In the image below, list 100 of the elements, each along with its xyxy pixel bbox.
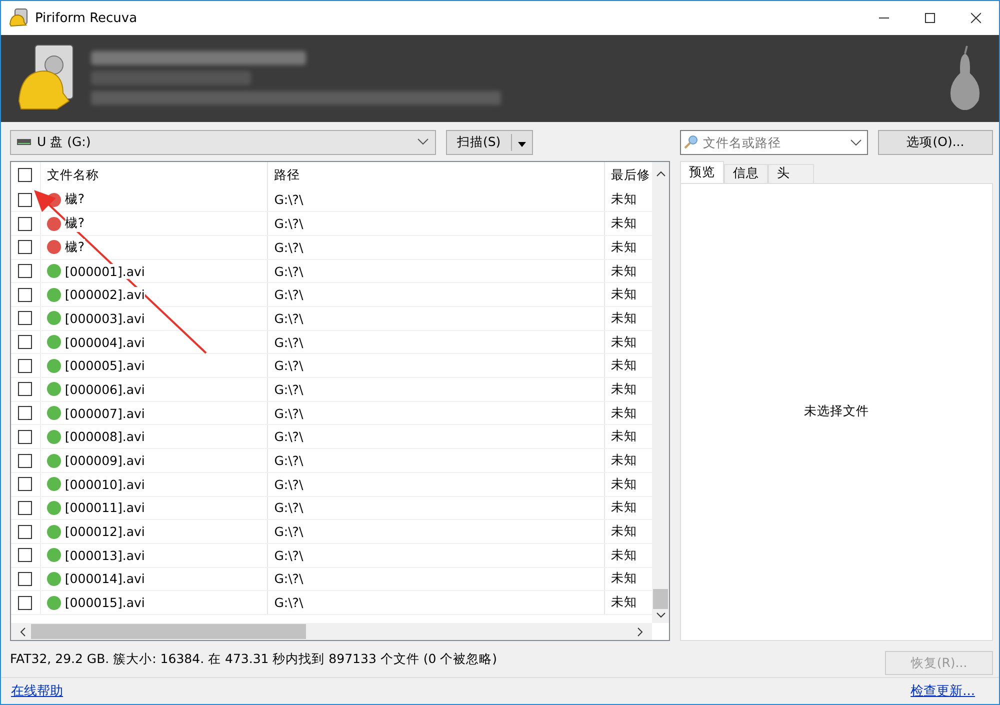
- file-name: [000004].avi: [64, 334, 145, 350]
- row-checkbox[interactable]: [18, 311, 32, 326]
- file-name: [000001].avi: [64, 264, 145, 279]
- row-checkbox[interactable]: [18, 477, 32, 492]
- table-cell-text: 未知: [610, 427, 638, 446]
- search-icon: [684, 134, 698, 149]
- table-cell-text: 未知: [610, 522, 638, 540]
- table-cell: G:\?\: [268, 449, 606, 472]
- table-cell: G:\?\: [268, 591, 606, 614]
- table-cell: G:\?\: [268, 188, 606, 212]
- scroll-up-icon: [656, 170, 666, 178]
- file-name: [000012].avi: [64, 524, 145, 540]
- table-cell-text: 未知: [610, 451, 638, 470]
- help-link[interactable]: 在线帮助: [11, 682, 63, 700]
- file-name: [000011].avi: [64, 500, 145, 516]
- row-checkbox[interactable]: [18, 430, 32, 444]
- maximize-icon: [925, 13, 935, 23]
- row-checkbox[interactable]: [18, 216, 32, 231]
- horizontal-scrollbar[interactable]: [11, 623, 652, 640]
- table-cell-text: 未知: [610, 404, 638, 422]
- close-icon: [971, 13, 981, 23]
- file-name: [000002].avi: [64, 287, 145, 302]
- table-cell-text: 未知: [610, 569, 638, 588]
- row-checkbox[interactable]: [18, 382, 32, 396]
- tab[interactable]: 头: [768, 164, 814, 183]
- chevron-down-icon: [417, 138, 429, 146]
- tab[interactable]: 信息: [724, 164, 768, 183]
- row-checkbox[interactable]: [18, 524, 32, 539]
- file-name: [000006].avi: [64, 382, 145, 397]
- table-cell: G:\?\: [268, 236, 606, 259]
- row-checkbox[interactable]: [18, 288, 32, 302]
- table-cell: G:\?\: [268, 496, 606, 520]
- table-cell: G:\?\: [268, 354, 606, 378]
- table-cell-text: 未知: [610, 262, 638, 280]
- row-checkbox[interactable]: [18, 500, 32, 515]
- scroll-right-icon: [636, 626, 644, 637]
- row-checkbox[interactable]: [18, 548, 32, 562]
- row-checkbox[interactable]: [18, 358, 32, 373]
- scroll-down-icon: [656, 611, 666, 620]
- row-checkbox[interactable]: [18, 406, 32, 420]
- table-cell: G:\?\: [268, 544, 606, 567]
- table-cell: G:\?\: [268, 520, 606, 543]
- hard-hat-icon: [9, 8, 29, 28]
- table-cell: G:\?\: [268, 212, 606, 235]
- row-checkbox[interactable]: [18, 454, 32, 468]
- row-checkbox[interactable]: [18, 596, 32, 610]
- row-checkbox[interactable]: [18, 192, 32, 207]
- table-cell-text: 未知: [610, 546, 638, 564]
- caret-icon: [518, 142, 526, 147]
- column-header[interactable]: 文件名称: [40, 162, 268, 189]
- file-name: [000010].avi: [64, 476, 145, 492]
- table-cell-text: 未知: [610, 190, 638, 208]
- row-checkbox[interactable]: [18, 335, 32, 350]
- select-all-checkbox[interactable]: [18, 168, 32, 182]
- table-cell: G:\?\: [268, 378, 606, 401]
- row-checkbox[interactable]: [18, 264, 32, 278]
- file-name: 檅?: [64, 215, 85, 232]
- table-cell-text: 未知: [610, 332, 638, 351]
- file-name: [000014].avi: [64, 571, 145, 586]
- column-header[interactable]: 路径: [268, 162, 606, 189]
- file-name: [000003].avi: [64, 310, 145, 326]
- drive-dropdown[interactable]: U 盘 (G:): [10, 130, 436, 155]
- row-checkbox[interactable]: [18, 240, 32, 254]
- file-name: [000015].avi: [64, 595, 145, 610]
- drive-icon: [17, 139, 31, 146]
- options-button[interactable]: 选项(O)...: [878, 130, 993, 155]
- file-name: [000009].avi: [64, 453, 145, 468]
- table-cell-text: 未知: [610, 498, 638, 516]
- table-cell-text: 未知: [610, 380, 638, 398]
- file-name: [000007].avi: [64, 406, 145, 421]
- file-name: [000013].avi: [64, 548, 145, 563]
- column-header[interactable]: 最后修: [605, 162, 652, 189]
- search-field[interactable]: 文件名或路径: [680, 130, 868, 155]
- table-cell-text: 未知: [610, 474, 638, 493]
- scroll-left-icon: [19, 626, 27, 637]
- update-link[interactable]: 检查更新...: [910, 682, 975, 700]
- vertical-scrollbar[interactable]: [652, 162, 669, 624]
- scroll-thumb[interactable]: [653, 589, 668, 610]
- table-cell: G:\?\: [268, 568, 606, 590]
- tab[interactable]: 预览: [680, 160, 724, 183]
- file-name: [000005].avi: [64, 358, 145, 374]
- empty-message: 未选择文件: [804, 403, 869, 420]
- table-cell: G:\?\: [268, 472, 606, 496]
- scroll-thumb[interactable]: [31, 624, 306, 640]
- table-cell-text: 未知: [610, 214, 638, 232]
- table-cell-text: 未知: [610, 593, 638, 612]
- table-cell-text: 未知: [610, 285, 638, 304]
- table-cell: G:\?\: [268, 330, 606, 354]
- row-checkbox[interactable]: [18, 572, 32, 586]
- chevron-down-icon: [850, 138, 862, 147]
- table-cell: G:\?\: [268, 260, 606, 282]
- window-title: Piriform Recuva: [35, 10, 138, 26]
- table-cell: G:\?\: [268, 402, 606, 424]
- file-name: [000008].avi: [64, 429, 145, 444]
- status-text: FAT32, 29.2 GB. 簇大小: 16384. 在 473.31 秒内找到 897133 个文件 (0 个被忽略): [10, 650, 498, 668]
- table-cell-text: 未知: [610, 356, 638, 374]
- table-cell-text: 未知: [610, 308, 638, 327]
- table-cell: G:\?\: [268, 307, 606, 330]
- table-cell: G:\?\: [268, 283, 606, 306]
- table-cell-text: 未知: [610, 238, 638, 256]
